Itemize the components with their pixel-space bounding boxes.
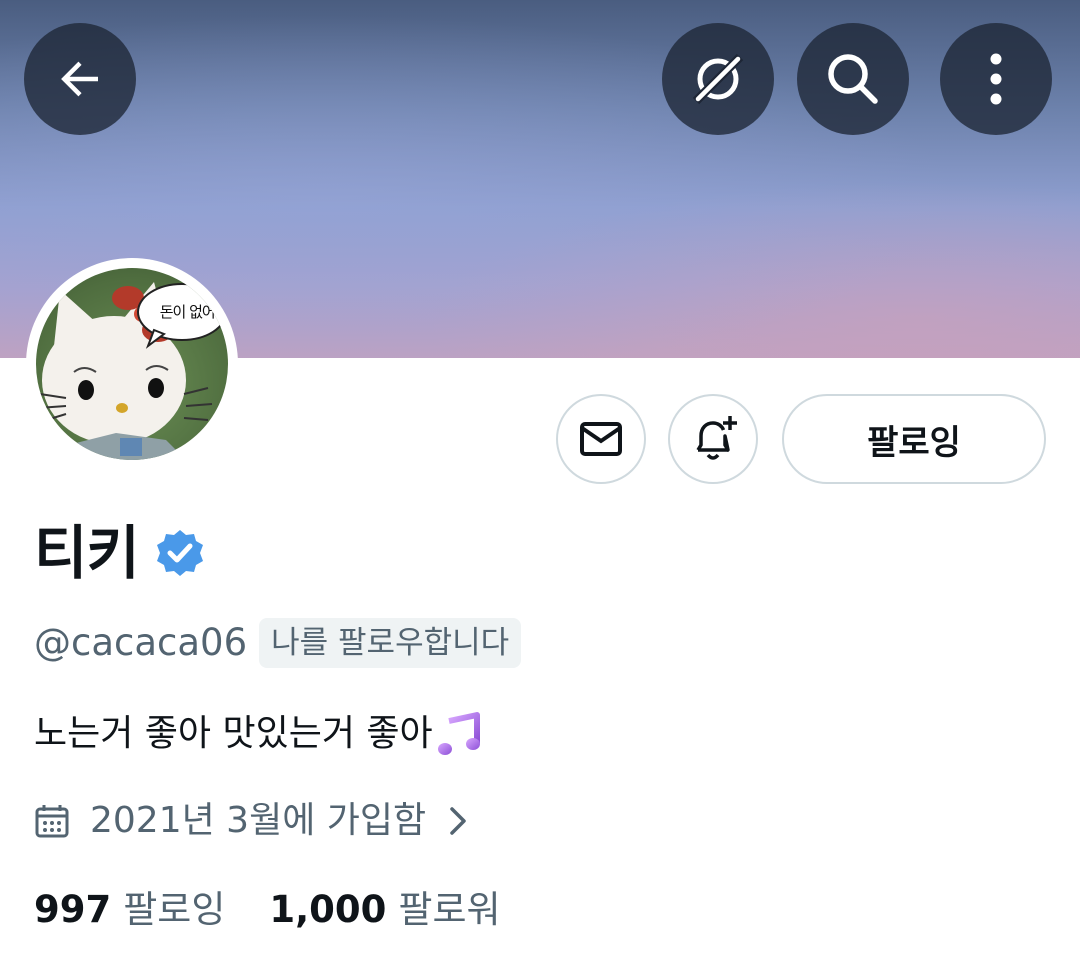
search-icon [828, 54, 878, 104]
name-row: 티키 [34, 518, 205, 588]
followers-stat[interactable]: 1,000 팔로워 [269, 884, 500, 936]
followers-label: 팔로워 [398, 888, 501, 931]
follows-you-badge: 나를 팔로우합니다 [259, 618, 522, 668]
musical-notes-icon [437, 712, 480, 755]
grok-icon [692, 53, 744, 105]
followers-count: 1,000 [269, 888, 387, 931]
bio-text: 노는거 좋아 맛있는거 좋아 [34, 713, 433, 754]
kitty-illustration [37, 282, 227, 460]
display-name: 티키 [34, 519, 140, 587]
mail-icon [580, 422, 622, 456]
back-arrow-icon [61, 61, 98, 97]
user-handle: @cacaca06 [34, 621, 248, 664]
joined-date-row[interactable]: 2021년 3월에 가입함 [34, 796, 470, 846]
message-button[interactable] [556, 394, 646, 484]
profile-page: 돈이 없어.. 팔로잉 티키 @cacaca06 나를 팔로우합니다 노는거 좋… [0, 0, 1080, 969]
follow-stats: 997 팔로잉 1,000 팔로워 [34, 884, 501, 936]
verified-badge-icon[interactable] [155, 528, 205, 578]
notification-button[interactable] [668, 394, 758, 484]
profile-avatar[interactable]: 돈이 없어.. [26, 258, 238, 470]
following-stat[interactable]: 997 팔로잉 [34, 884, 225, 936]
chevron-right-icon [450, 807, 466, 835]
following-count: 997 [34, 888, 112, 931]
following-button[interactable]: 팔로잉 [782, 394, 1046, 484]
handle-row: @cacaca06 나를 팔로우합니다 [34, 618, 522, 668]
bell-plus-icon [696, 416, 737, 460]
grok-button[interactable] [662, 23, 774, 135]
following-label: 팔로잉 [123, 888, 226, 931]
profile-bio: 노는거 좋아 맛있는거 좋아 [34, 706, 483, 762]
search-button[interactable] [797, 23, 909, 135]
joined-date: 2021년 3월에 가입함 [90, 800, 427, 841]
more-button[interactable] [940, 23, 1052, 135]
back-button[interactable] [24, 23, 136, 135]
avatar-image: 돈이 없어.. [36, 268, 228, 460]
more-vertical-icon [990, 53, 1002, 105]
avatar-caption: 돈이 없어.. [159, 303, 224, 321]
calendar-icon [35, 805, 69, 838]
